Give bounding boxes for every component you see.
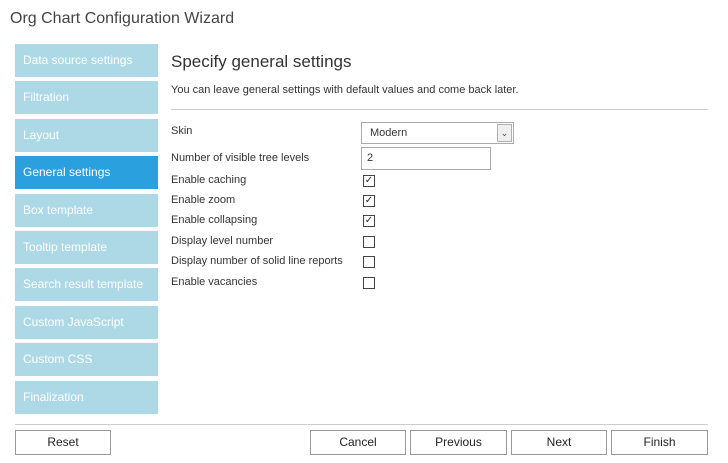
enable-collapsing-label: Enable collapsing bbox=[171, 214, 258, 226]
enable-collapsing-checkbox[interactable]: ✓ bbox=[363, 215, 375, 227]
page-title: Specify general settings bbox=[171, 52, 352, 71]
sidebar-item-custom-css[interactable]: Custom CSS bbox=[15, 343, 158, 377]
cancel-button[interactable]: Cancel bbox=[310, 430, 406, 455]
display-level-number-checkbox[interactable] bbox=[363, 236, 375, 248]
header-divider bbox=[171, 109, 708, 110]
enable-caching-checkbox[interactable]: ✓ bbox=[363, 175, 375, 187]
display-solid-line-reports-label: Display number of solid line reports bbox=[171, 255, 343, 267]
page-subtitle: You can leave general settings with defa… bbox=[171, 84, 519, 96]
checkmark-icon: ✓ bbox=[364, 215, 374, 226]
display-level-number-label: Display level number bbox=[171, 235, 274, 247]
wizard-steps-sidebar: Data source settings Filtration Layout G… bbox=[15, 44, 158, 418]
chevron-down-icon[interactable]: ⌄ bbox=[497, 124, 512, 142]
visible-tree-levels-label: Number of visible tree levels bbox=[171, 152, 310, 164]
next-button[interactable]: Next bbox=[511, 430, 607, 455]
checkmark-icon: ✓ bbox=[364, 175, 374, 186]
sidebar-item-search-result-template[interactable]: Search result template bbox=[15, 268, 158, 302]
enable-caching-label: Enable caching bbox=[171, 174, 247, 186]
skin-label: Skin bbox=[171, 125, 193, 137]
window-title: Org Chart Configuration Wizard bbox=[10, 10, 235, 27]
previous-button[interactable]: Previous bbox=[410, 430, 507, 455]
enable-zoom-checkbox[interactable]: ✓ bbox=[363, 195, 375, 207]
sidebar-item-finalization[interactable]: Finalization bbox=[15, 380, 158, 414]
sidebar-item-custom-javascript[interactable]: Custom JavaScript bbox=[15, 305, 158, 339]
sidebar-item-data-source-settings[interactable]: Data source settings bbox=[15, 44, 158, 77]
enable-vacancies-label: Enable vacancies bbox=[171, 276, 258, 288]
skin-select-value: Modern bbox=[370, 127, 408, 139]
enable-zoom-label: Enable zoom bbox=[171, 194, 236, 206]
visible-tree-levels-input[interactable]: 2 bbox=[361, 147, 491, 170]
sidebar-item-layout[interactable]: Layout bbox=[15, 118, 158, 152]
sidebar-item-tooltip-template[interactable]: Tooltip template bbox=[15, 230, 158, 264]
reset-button[interactable]: Reset bbox=[15, 430, 111, 455]
checkmark-icon: ✓ bbox=[364, 195, 374, 206]
footer-divider bbox=[15, 424, 708, 425]
sidebar-item-filtration[interactable]: Filtration bbox=[15, 81, 158, 115]
finish-button[interactable]: Finish bbox=[611, 430, 708, 455]
display-solid-line-reports-checkbox[interactable] bbox=[363, 256, 375, 268]
sidebar-item-general-settings[interactable]: General settings bbox=[15, 156, 158, 190]
skin-select[interactable]: Modern ⌄ bbox=[361, 122, 514, 144]
enable-vacancies-checkbox[interactable] bbox=[363, 277, 375, 289]
sidebar-item-box-template[interactable]: Box template bbox=[15, 193, 158, 227]
settings-panel: Specify general settings You can leave g… bbox=[171, 52, 708, 289]
